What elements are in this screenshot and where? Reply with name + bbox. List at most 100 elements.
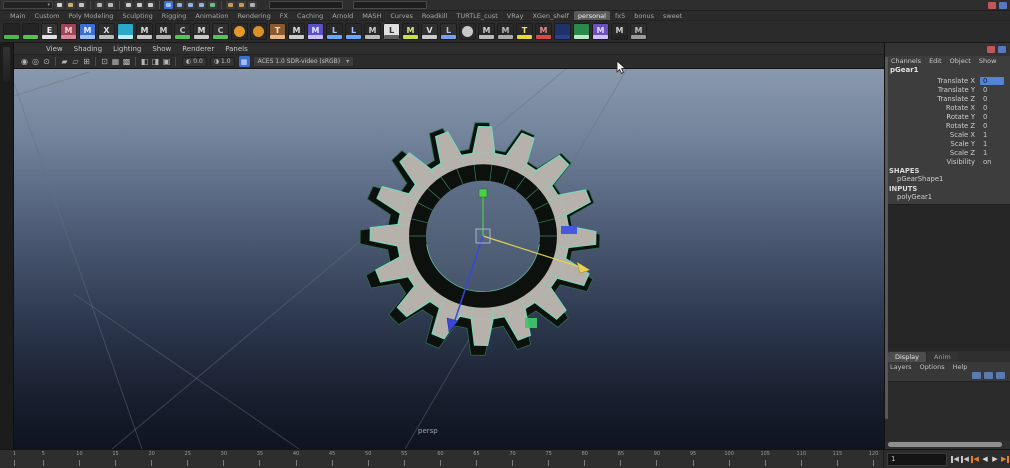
time-tick-15[interactable]: 15 [112, 450, 119, 468]
play-backwards-button[interactable]: ◀ [980, 452, 990, 466]
channel-row-translate-z[interactable]: Translate Z 0 [885, 94, 1010, 103]
shelf-tab-poly-modeling[interactable]: Poly Modeling [64, 11, 117, 20]
undo-icon[interactable] [95, 1, 104, 9]
time-tick-120[interactable]: 120 [869, 450, 878, 468]
viewport-toolbar-icon-6[interactable]: ▱ [70, 55, 81, 68]
shelf-icon-29[interactable]: M [535, 23, 552, 40]
channel-value[interactable]: 0 [980, 122, 1010, 130]
shelf-icon-6[interactable]: X [98, 23, 115, 40]
shelf-icon-7[interactable] [117, 23, 134, 40]
view-transform-dropdown[interactable]: ACES 1.0 SDR-video (sRGB) ▾ [252, 56, 355, 67]
channel-row-scale-z[interactable]: Scale Z 1 [885, 148, 1010, 157]
panel-menu-renderer[interactable]: Renderer [182, 45, 214, 53]
time-tick-75[interactable]: 75 [545, 450, 552, 468]
modeling-toolkit-toggle-icon[interactable] [988, 1, 996, 9]
channel-value[interactable]: 0 [980, 104, 1010, 112]
shelf-icon-13[interactable] [231, 23, 248, 40]
viewport-toolbar-icon-5[interactable]: ▰ [59, 55, 70, 68]
viewport-toolbar-icon-11[interactable]: ▩ [121, 55, 132, 68]
shelf-icon-25[interactable] [459, 23, 476, 40]
step-back-key-button[interactable]: ◀ [970, 452, 980, 466]
outliner-toggle-icon[interactable] [987, 46, 995, 53]
shelf-icon-12[interactable]: C [212, 23, 229, 40]
lasso-tool-icon[interactable] [135, 1, 144, 9]
shelf-icon-33[interactable]: M [611, 23, 628, 40]
shelf-icon-24[interactable]: L [440, 23, 457, 40]
shelf-tab-curves[interactable]: Curves [386, 11, 417, 20]
time-tick-50[interactable]: 50 [365, 450, 371, 468]
shelf-tab-sweet[interactable]: sweet [659, 11, 686, 20]
shelf-icon-22[interactable]: M [402, 23, 419, 40]
move-selected-to-layer-icon[interactable] [972, 372, 981, 379]
channel-value[interactable]: on [980, 158, 1010, 166]
shelf-tab-arnold[interactable]: Arnold [328, 11, 357, 20]
shelf-tab-animation[interactable]: Animation [191, 11, 232, 20]
shelf-tab-turtle-cust[interactable]: TURTLE_cust [452, 11, 501, 20]
channel-value[interactable]: 0 [980, 113, 1010, 121]
channel-row-scale-x[interactable]: Scale X 1 [885, 130, 1010, 139]
shelf-icon-34[interactable]: M [630, 23, 647, 40]
shelf-tab-sculpting[interactable]: Sculpting [118, 11, 156, 20]
go-to-start-button[interactable]: ◀ [950, 452, 960, 466]
panel-menu-shading[interactable]: Shading [74, 45, 102, 53]
channel-row-visibility[interactable]: Visibility on [885, 157, 1010, 166]
layer-menu-options[interactable]: Options [920, 363, 945, 371]
shelf-icon-11[interactable]: M [193, 23, 210, 40]
channel-box-menu-show[interactable]: Show [979, 57, 997, 65]
play-forwards-button[interactable]: ▶ [990, 452, 1000, 466]
shelf-tab-custom[interactable]: Custom [31, 11, 64, 20]
channel-row-rotate-y[interactable]: Rotate Y 0 [885, 112, 1010, 121]
shelf-tab-personal[interactable]: personal [573, 11, 610, 20]
shelf-tab-caching[interactable]: Caching [293, 11, 327, 20]
channel-box-menu-object[interactable]: Object [950, 57, 971, 65]
time-tick-95[interactable]: 95 [690, 450, 696, 468]
shelf-tab-vray[interactable]: VRay [503, 11, 528, 20]
exposure-control[interactable]: ◐ 0.0 [182, 56, 207, 67]
layer-hscrollbar[interactable] [885, 441, 1010, 449]
channel-node-pgearshape1[interactable]: pGearShape1 [885, 175, 1010, 184]
time-tick-60[interactable]: 60 [437, 450, 444, 468]
shelf-tab-rigging[interactable]: Rigging [158, 11, 191, 20]
shelf-tab-xgen-shelf[interactable]: XGen_shelf [528, 11, 572, 20]
snap-curve-icon[interactable] [175, 1, 184, 9]
shelf-icon-28[interactable]: T [516, 23, 533, 40]
channel-row-rotate-x[interactable]: Rotate X 0 [885, 103, 1010, 112]
shelf-icon-30[interactable] [554, 23, 571, 40]
new-scene-icon[interactable] [55, 1, 64, 9]
time-tick-90[interactable]: 90 [654, 450, 660, 468]
attribute-editor-toggle-icon[interactable] [998, 46, 1006, 53]
color-management-icon[interactable]: ▦ [238, 56, 250, 67]
save-scene-icon[interactable] [77, 1, 86, 9]
channel-value[interactable]: 1 [980, 131, 1010, 139]
shelf-icon-19[interactable]: L [345, 23, 362, 40]
redo-icon[interactable] [106, 1, 115, 9]
channel-value[interactable]: 1 [980, 140, 1010, 148]
snap-point-icon[interactable] [186, 1, 195, 9]
shelf-icon-18[interactable]: L [326, 23, 343, 40]
shelf-icon-23[interactable]: V [421, 23, 438, 40]
step-back-frame-button[interactable]: ◀ [960, 452, 970, 466]
channel-value[interactable]: 1 [980, 149, 1010, 157]
shelf-icon-3[interactable]: E [41, 23, 58, 40]
panel-splitter[interactable] [885, 57, 888, 419]
shelf-tab-mash[interactable]: MASH [358, 11, 385, 20]
step-forward-key-button[interactable]: ▶ [1000, 452, 1010, 466]
shelf-icon-17[interactable]: M [307, 23, 324, 40]
shelf-icon-5[interactable]: M [79, 23, 96, 40]
layer-menu-help[interactable]: Help [953, 363, 968, 371]
status-input-field-1[interactable] [269, 1, 343, 9]
viewport-toolbar-icon-15[interactable]: ▣ [161, 55, 172, 68]
panel-menu-view[interactable]: View [46, 45, 63, 53]
time-tick-70[interactable]: 70 [509, 450, 516, 468]
viewport-toolbar-icon-3[interactable]: ⊙ [41, 55, 52, 68]
scrollbar-thumb[interactable] [888, 442, 1002, 447]
channel-row-rotate-z[interactable]: Rotate Z 0 [885, 121, 1010, 130]
time-tick-110[interactable]: 110 [797, 450, 806, 468]
shelf-tab-main[interactable]: Main [6, 11, 30, 20]
time-tick-105[interactable]: 105 [760, 450, 770, 468]
time-tick-40[interactable]: 40 [293, 450, 299, 468]
ipr-render-icon[interactable] [237, 1, 246, 9]
current-frame-field[interactable]: 1 [887, 452, 947, 466]
viewport-toolbar-icon-9[interactable]: ⊡ [99, 55, 110, 68]
channel-value[interactable]: 0 [980, 86, 1010, 94]
